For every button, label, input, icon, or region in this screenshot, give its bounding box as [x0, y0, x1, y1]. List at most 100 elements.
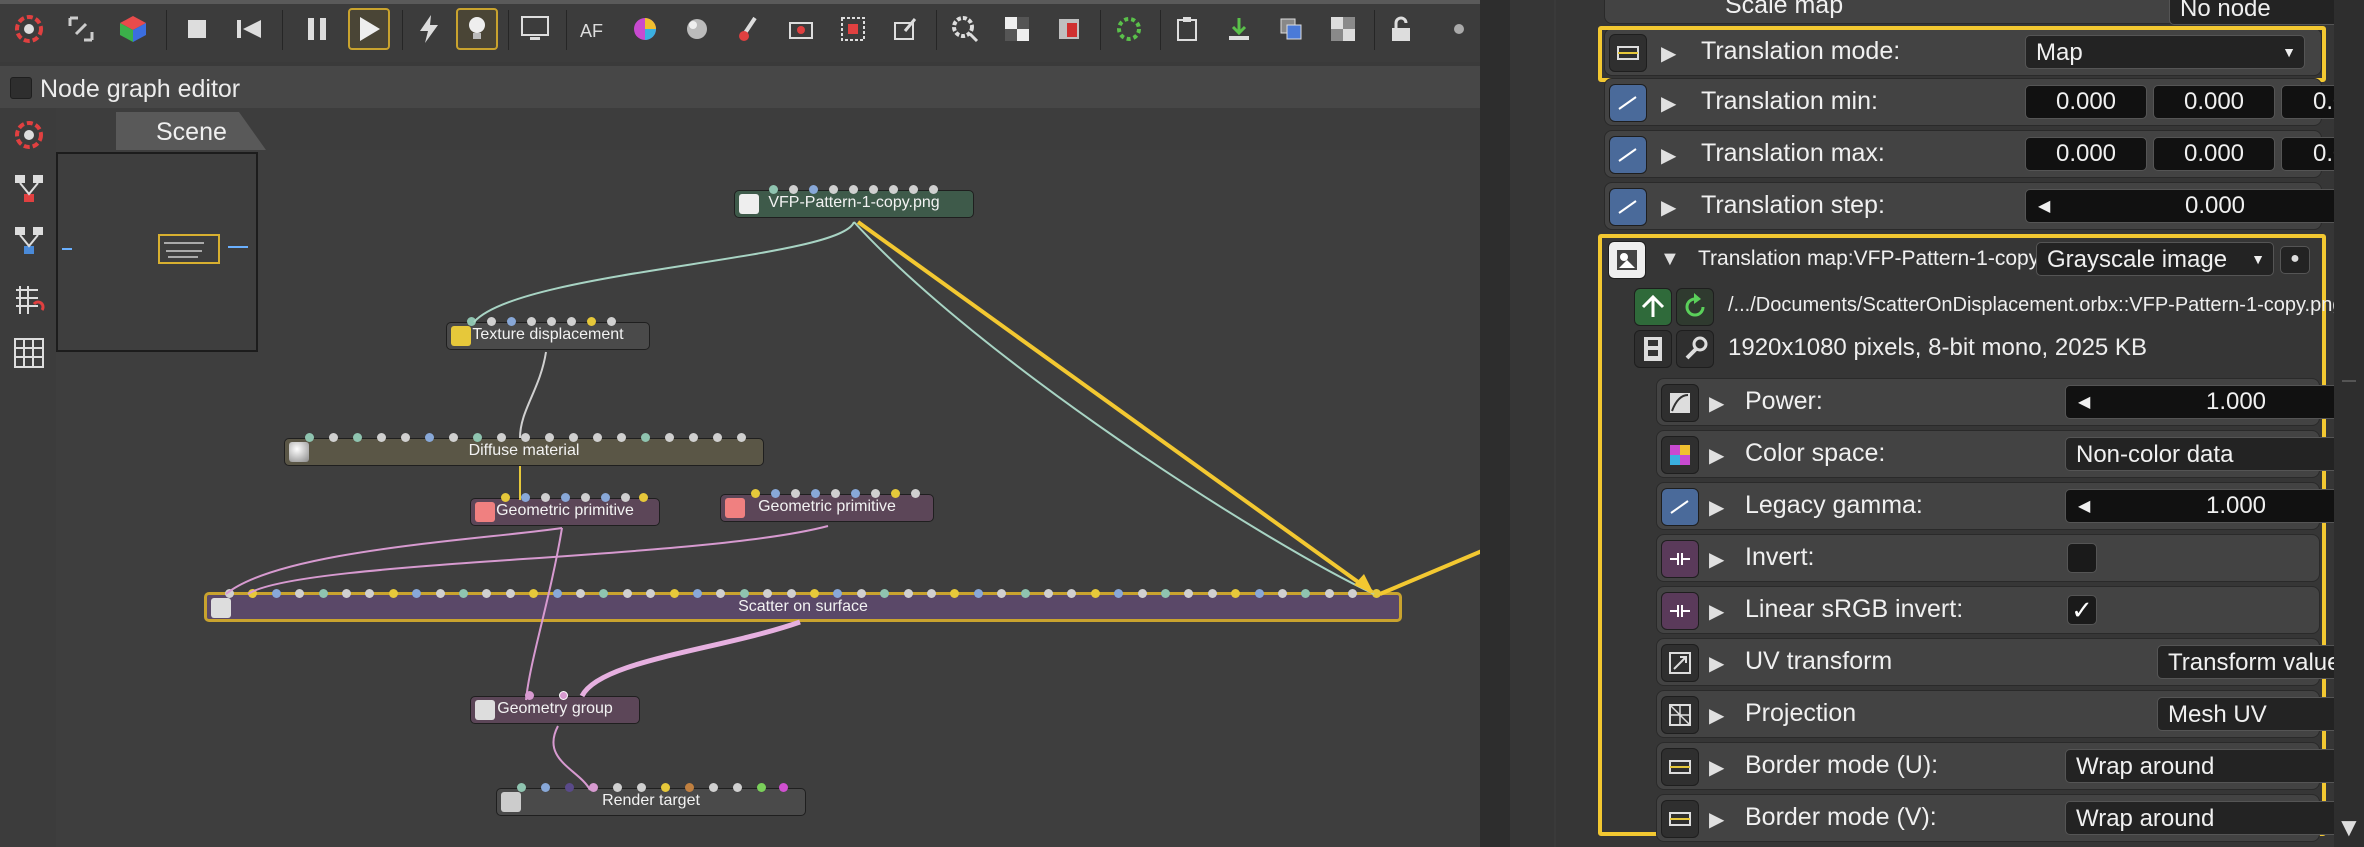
- node-pin[interactable]: [880, 589, 890, 598]
- node-pin[interactable]: [829, 185, 838, 194]
- node-scatter-on-surface[interactable]: Scatter on surface: [204, 589, 1402, 622]
- node-pin[interactable]: [507, 317, 516, 326]
- node-pin[interactable]: [473, 433, 482, 442]
- node-pin[interactable]: [851, 489, 860, 498]
- gear-search-icon[interactable]: [944, 8, 986, 50]
- node-pin[interactable]: [589, 783, 598, 792]
- load-file-icon[interactable]: [1634, 288, 1672, 326]
- expand-arrow-icon[interactable]: ▶: [1709, 599, 1724, 624]
- film-icon[interactable]: [1048, 8, 1090, 50]
- graph-minimap[interactable]: [56, 152, 258, 352]
- translation-step-slider[interactable]: ◀0.000▶: [2025, 189, 2364, 223]
- node-pin[interactable]: [831, 489, 840, 498]
- stop-icon[interactable]: [176, 8, 218, 50]
- node-pin[interactable]: [751, 489, 760, 498]
- node-pin[interactable]: [487, 317, 496, 326]
- node-pin[interactable]: [529, 589, 539, 598]
- checker-icon[interactable]: [996, 8, 1038, 50]
- node-pin[interactable]: [665, 433, 674, 442]
- expand-arrow-icon[interactable]: ▶: [1661, 143, 1676, 168]
- border-mode-u-dropdown[interactable]: Wrap around▼: [2065, 749, 2364, 783]
- node-pin[interactable]: [809, 185, 818, 194]
- node-pin[interactable]: [559, 691, 568, 700]
- sphere-icon[interactable]: [676, 8, 718, 50]
- node-pin[interactable]: [329, 433, 338, 442]
- node-pin[interactable]: [716, 589, 726, 598]
- graph-collapse-icon[interactable]: [12, 224, 46, 258]
- node-pin[interactable]: [248, 589, 258, 598]
- fit-view-icon[interactable]: [60, 8, 102, 50]
- node-pin[interactable]: [693, 589, 702, 598]
- clipboard-icon[interactable]: [1166, 8, 1208, 50]
- node-pin[interactable]: [997, 589, 1007, 598]
- node-pin[interactable]: [541, 783, 550, 792]
- node-pin[interactable]: [1067, 589, 1077, 598]
- node-pin[interactable]: [637, 783, 646, 792]
- invert-checkbox[interactable]: [2067, 543, 2097, 573]
- record-icon[interactable]: [1438, 8, 1480, 50]
- expand-arrow-icon[interactable]: ▶: [1709, 495, 1724, 520]
- node-pin[interactable]: [1254, 589, 1264, 598]
- node-pin[interactable]: [377, 433, 386, 442]
- uv-transform-dropdown[interactable]: Transform value▼: [2157, 645, 2364, 679]
- node-pin[interactable]: [669, 589, 679, 598]
- decrement-arrow-icon[interactable]: ◀: [2078, 392, 2090, 412]
- node-pin[interactable]: [412, 589, 422, 598]
- download-icon[interactable]: [1218, 8, 1260, 50]
- graph-expand-icon[interactable]: [12, 172, 46, 206]
- pause-icon[interactable]: [296, 8, 338, 50]
- node-pin[interactable]: [973, 589, 983, 598]
- node-pin[interactable]: [517, 783, 526, 792]
- power-slider[interactable]: ◀1.000▶: [2065, 385, 2364, 419]
- node-pin[interactable]: [449, 433, 458, 442]
- node-pin[interactable]: [271, 589, 281, 598]
- node-pin[interactable]: [1348, 589, 1358, 598]
- node-pin[interactable]: [525, 691, 534, 700]
- node-pin[interactable]: [849, 185, 858, 194]
- translation-min-y-field[interactable]: 0.000: [2153, 85, 2275, 119]
- node-pin[interactable]: [661, 783, 670, 792]
- export-icon[interactable]: [884, 8, 926, 50]
- node-pin[interactable]: [622, 589, 632, 598]
- node-pin[interactable]: [552, 589, 562, 598]
- spinner-icon[interactable]: [1108, 8, 1150, 50]
- node-pin[interactable]: [779, 783, 788, 792]
- node-pin[interactable]: [1044, 589, 1053, 598]
- node-pin[interactable]: [929, 185, 938, 194]
- decrement-arrow-icon[interactable]: ◀: [2078, 496, 2090, 516]
- color-space-dropdown[interactable]: Non-color data▼: [2065, 437, 2364, 471]
- node-pin[interactable]: [501, 493, 510, 502]
- node-pin[interactable]: [871, 489, 880, 498]
- node-pin[interactable]: [903, 589, 913, 598]
- node-vfp-pattern-image[interactable]: VFP-Pattern-1-copy.png: [734, 185, 974, 218]
- eye-icon[interactable]: ●: [2280, 246, 2310, 274]
- node-graph-canvas[interactable]: VFP-Pattern-1-copy.png Texture displacem…: [56, 150, 1480, 847]
- node-pin[interactable]: [576, 589, 585, 598]
- node-pin[interactable]: [757, 783, 766, 792]
- node-pin[interactable]: [435, 589, 445, 598]
- node-pin[interactable]: [601, 493, 610, 502]
- node-pin[interactable]: [733, 783, 742, 792]
- node-geometry-group[interactable]: Geometry group: [470, 691, 640, 724]
- node-pin[interactable]: [789, 185, 798, 194]
- node-pin[interactable]: [927, 589, 936, 598]
- node-pin[interactable]: [295, 589, 305, 598]
- node-pin[interactable]: [641, 433, 650, 442]
- node-pin[interactable]: [950, 589, 960, 598]
- node-pin[interactable]: [786, 589, 796, 598]
- node-pin[interactable]: [1207, 589, 1217, 598]
- linear-srgb-invert-checkbox[interactable]: ✓: [2067, 595, 2097, 625]
- lock-icon[interactable]: [1380, 8, 1422, 50]
- node-pin[interactable]: [587, 317, 596, 326]
- node-pin[interactable]: [365, 589, 375, 598]
- node-pin[interactable]: [1231, 589, 1241, 598]
- node-pin[interactable]: [505, 589, 515, 598]
- wrench-icon[interactable]: [1676, 330, 1714, 368]
- node-pin[interactable]: [482, 589, 492, 598]
- octane-node-icon[interactable]: [12, 118, 46, 152]
- node-pin[interactable]: [353, 433, 362, 442]
- node-pin[interactable]: [541, 493, 550, 502]
- color-cube-icon[interactable]: [112, 8, 154, 50]
- translation-min-x-field[interactable]: 0.000: [2025, 85, 2147, 119]
- node-pin[interactable]: [737, 433, 746, 442]
